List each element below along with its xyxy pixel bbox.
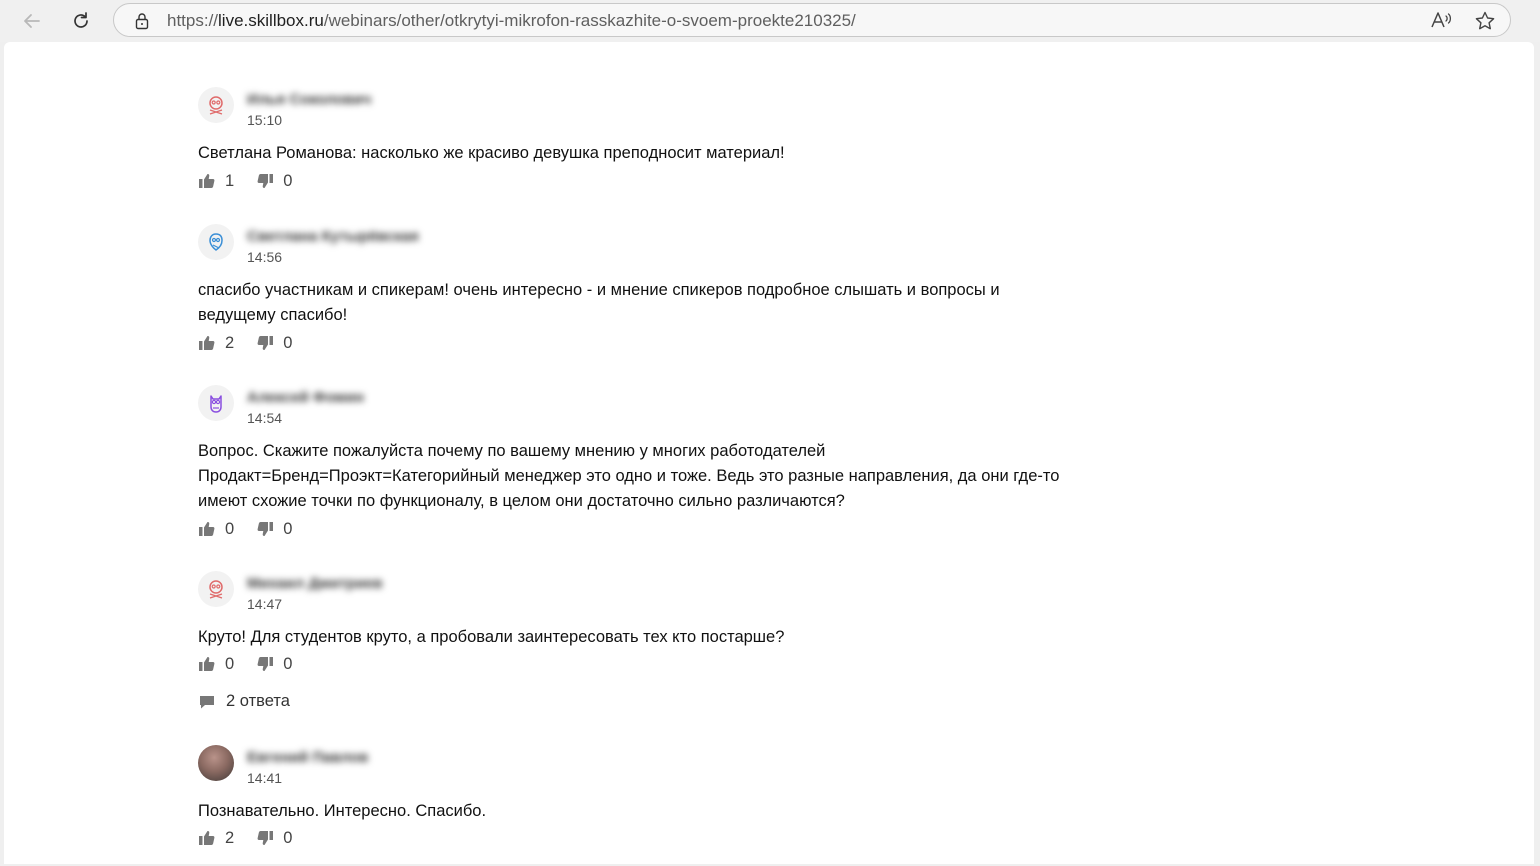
thumbs-up-icon[interactable]	[198, 520, 216, 538]
likes-count: 0	[225, 654, 235, 673]
dislikes-count: 0	[283, 171, 293, 190]
dislikes-count: 0	[283, 654, 293, 673]
thumbs-down-icon[interactable]	[256, 172, 274, 190]
owl-avatar-icon	[198, 385, 234, 421]
thumbs-down-icon[interactable]	[256, 334, 274, 352]
comment-time: 15:10	[247, 112, 283, 128]
likes-count: 1	[225, 171, 235, 190]
comments-page: Илья Соколович 15:10 Светлана Романова: …	[4, 42, 1534, 864]
comment-text: Светлана Романова: насколько же красиво …	[198, 144, 785, 162]
thumbs-up-icon[interactable]	[198, 829, 216, 847]
likes-count: 0	[225, 519, 235, 538]
back-button[interactable]	[17, 6, 47, 36]
arrow-left-icon	[24, 14, 40, 28]
likes-count: 2	[225, 333, 235, 352]
thumbs-down-icon[interactable]	[256, 829, 274, 847]
dislikes-count: 0	[283, 828, 293, 847]
comment-author[interactable]: Светлана Кутырёвская	[247, 228, 419, 245]
owl-avatar-icon	[198, 87, 234, 123]
comment-votes: 2 0	[198, 828, 292, 848]
comment-text: Вопрос. Скажите пожалуйста почему по ваш…	[198, 442, 1060, 510]
comment-author[interactable]: Михаил Дмитриев	[247, 575, 383, 592]
thumbs-down-icon[interactable]	[256, 655, 274, 673]
comment-time: 14:56	[247, 249, 283, 265]
address-bar[interactable]: https://live.skillbox.ru/webinars/other/…	[113, 3, 1511, 37]
url-host: live.skillbox.ru	[218, 11, 324, 30]
read-aloud-icon[interactable]	[1430, 10, 1452, 35]
thumbs-down-icon[interactable]	[256, 520, 274, 538]
comment-time: 14:41	[247, 770, 283, 786]
comment-votes: 2 0	[198, 333, 292, 353]
browser-toolbar: https://live.skillbox.ru/webinars/other/…	[0, 0, 1540, 42]
owl-avatar-icon	[198, 571, 234, 607]
comment-author[interactable]: Евгений Павлов	[247, 749, 368, 766]
owl-avatar-icon	[198, 224, 234, 260]
thumbs-up-icon[interactable]	[198, 655, 216, 673]
replies-toggle[interactable]: 2 ответа	[198, 692, 290, 711]
comment-time: 14:54	[247, 410, 283, 426]
url-text[interactable]: https://live.skillbox.ru/webinars/other/…	[167, 11, 856, 31]
comment-author[interactable]: Алексей Фомин	[247, 389, 364, 406]
dislikes-count: 0	[283, 519, 293, 538]
reload-button[interactable]	[66, 6, 96, 36]
comment-votes: 1 0	[198, 171, 292, 191]
thumbs-up-icon[interactable]	[198, 172, 216, 190]
dislikes-count: 0	[283, 333, 293, 352]
user-photo-avatar	[198, 745, 234, 781]
comment-votes: 0 0	[198, 519, 292, 539]
speech-bubble-icon	[198, 694, 216, 710]
refresh-icon	[74, 12, 88, 28]
favorite-star-icon[interactable]	[1474, 10, 1496, 37]
comment-text: Познавательно. Интересно. Спасибо.	[198, 802, 487, 820]
url-path: /webinars/other/otkrytyi-mikrofon-rasska…	[323, 11, 856, 30]
comment-author[interactable]: Илья Соколович	[247, 91, 371, 108]
lock-icon[interactable]	[134, 12, 150, 35]
comment-time: 14:47	[247, 596, 283, 612]
thumbs-up-icon[interactable]	[198, 334, 216, 352]
comment-votes: 0 0	[198, 654, 292, 674]
comment-text: спасибо участникам и спикерам! очень инт…	[198, 281, 1000, 324]
url-scheme: https://	[167, 11, 219, 30]
replies-label: 2 ответа	[226, 692, 290, 710]
comment-text: Круто! Для студентов круто, а пробовали …	[198, 628, 785, 646]
likes-count: 2	[225, 828, 235, 847]
